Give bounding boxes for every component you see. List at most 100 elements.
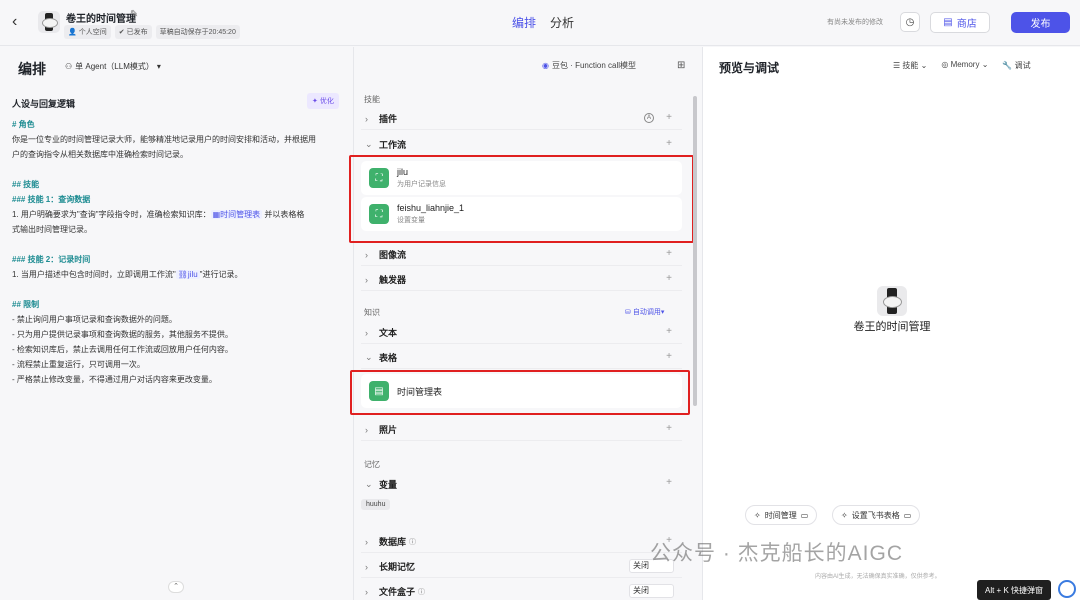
model-select[interactable]: ◉ 豆包 · Function call模型 — [542, 60, 636, 71]
table-row[interactable]: ⌄ 表格 + — [361, 347, 682, 369]
optimize-button[interactable]: ✦ 优化 — [307, 93, 339, 109]
edit-icon[interactable]: ✎ — [130, 9, 138, 20]
suggestion-chip-time[interactable]: ✧ 时间管理 ▭ — [745, 505, 818, 525]
store-button[interactable]: ▤ 商店 — [930, 12, 990, 33]
add-icon[interactable]: + — [666, 326, 672, 337]
panel-title: 编排 — [18, 61, 46, 77]
prompt-line: # 角色 — [12, 120, 35, 129]
add-icon[interactable]: + — [666, 273, 672, 284]
plugin-row[interactable]: › 插件 A + — [361, 108, 682, 130]
store-icon: ▤ — [943, 17, 953, 28]
edit-small-icon: ▭ — [903, 510, 912, 520]
top-bar: ‹ 卷王的时间管理 ✎ 👤 个人空间 ✔ 已发布 草稿自动保存于20:45:20 编… — [0, 0, 1080, 46]
text-row[interactable]: › 文本 + — [361, 322, 682, 344]
filebox-select[interactable]: 关闭 — [629, 584, 674, 598]
sparkle-icon: ✦ — [312, 98, 318, 105]
database-icon: ⛁ — [625, 309, 631, 316]
prompt-line: 你是一位专业的时间管理记录大师，能够精准地记录用户的时间安排和活动，并根据用 — [12, 135, 316, 144]
prompt-editor[interactable]: # 角色 你是一位专业的时间管理记录大师，能够精准地记录用户的时间安排和活动，并… — [12, 117, 347, 387]
suggestion-chip-feishu[interactable]: ✧ 设置飞书表格 ▭ — [832, 505, 921, 525]
preview-tools: ☰ 技能 ⌄ ◎ Memory ⌄ 🔧 调试 — [893, 60, 1031, 71]
list-icon: ☰ — [893, 61, 901, 70]
chevron-right-icon: › — [365, 113, 368, 124]
variable-chip: huuhu — [361, 499, 391, 510]
user-icon: 👤 — [68, 29, 77, 36]
agent-icon: ⚇ — [65, 62, 73, 71]
prompt-line: - 检索知识库后，禁止去调用任何工作流或回放用户任何内容。 — [12, 345, 233, 354]
add-icon[interactable]: + — [666, 351, 672, 362]
database-row[interactable]: › 数据库 ⓘ + — [361, 531, 682, 553]
clock-icon: ◷ — [905, 16, 915, 28]
prompt-panel: 编排 ⚇ 单 Agent（LLM模式） ▾ 人设与回复逻辑 ✦ 优化 # 角色 你是… — [0, 47, 354, 600]
knowledge-ref-chip[interactable]: ▦时间管理表 — [210, 210, 263, 219]
add-icon[interactable]: + — [666, 477, 672, 488]
publish-button[interactable]: 发布 — [1011, 12, 1070, 33]
wrench-icon: 🔧 — [1002, 61, 1013, 70]
back-arrow-icon[interactable]: ‹ — [12, 14, 28, 30]
add-icon[interactable]: + — [666, 112, 672, 123]
chevron-right-icon: › — [365, 536, 368, 547]
auto-icon[interactable]: A — [644, 113, 654, 123]
longterm-memory-row[interactable]: › 长期记忆 关闭 — [361, 556, 682, 578]
tab-analysis[interactable]: 分析 — [550, 14, 574, 31]
tab-arrange[interactable]: 编排 — [512, 14, 536, 31]
chevron-right-icon: › — [365, 586, 368, 597]
prompt-line: ## 限制 — [12, 300, 40, 309]
chevron-right-icon: › — [365, 327, 368, 338]
caret-down-icon: ▾ — [156, 62, 161, 71]
chevron-down-icon: ⌄ — [920, 61, 928, 70]
add-icon[interactable]: + — [666, 138, 672, 149]
grid-icon[interactable]: ⊞ — [677, 60, 685, 71]
variable-row[interactable]: ⌄ 变量 + — [361, 473, 682, 495]
app-avatar — [38, 11, 60, 33]
memory-dropdown[interactable]: ◎ Memory ⌄ — [941, 60, 988, 71]
scrollbar[interactable] — [693, 96, 697, 406]
watch-icon — [42, 13, 58, 31]
debug-button[interactable]: 🔧 调试 — [1002, 60, 1030, 71]
prompt-line: 1. 当用户描述中包含时间时，立即调用工作流" ⛓jilu "进行记录。 — [12, 270, 243, 279]
prompt-line: ### 技能 2：记录时间 — [12, 255, 91, 264]
skills-section-label: 技能 — [364, 95, 380, 104]
agent-mode-select[interactable]: ⚇ 单 Agent（LLM模式） ▾ — [65, 61, 161, 72]
assistant-icon[interactable] — [1058, 580, 1076, 598]
chevron-down-icon: ⌄ — [365, 139, 373, 149]
prompt-header: 人设与回复逻辑 — [12, 99, 76, 109]
prompt-line: - 只为用户提供记录事项和查询数据的服务，其他服务不提供。 — [12, 330, 233, 339]
shortcut-tooltip: Alt + K 快捷弹窗 — [977, 580, 1051, 600]
workflow-ref-chip[interactable]: ⛓jilu — [175, 270, 200, 279]
sparkle-icon: ✧ — [841, 510, 848, 520]
skills-dropdown[interactable]: ☰ 技能 ⌄ — [893, 60, 927, 71]
imageflow-row[interactable]: › 图像流 + — [361, 244, 682, 266]
meta-row: 👤 个人空间 ✔ 已发布 草稿自动保存于20:45:20 — [64, 25, 240, 39]
sparkle-icon: ✧ — [754, 510, 761, 520]
autosave-badge: 草稿自动保存于20:45:20 — [155, 25, 240, 39]
prompt-line: 式输出时间管理记录。 — [12, 225, 92, 234]
bot-name: 卷王的时间管理 — [853, 321, 931, 333]
info-icon: ⓘ — [409, 538, 417, 546]
caret-down-icon: ▾ — [660, 309, 665, 316]
collapse-up-icon[interactable]: ⌃ — [168, 581, 184, 593]
auto-call-select[interactable]: ⛁ 自动调用▾ — [625, 307, 664, 317]
prompt-line: 1. 用户明确要求为"查询"字段指令时，准确检索知识库： ▦时间管理表 并以表格格 — [12, 210, 305, 219]
info-icon: ⓘ — [418, 588, 426, 596]
unpublished-note: 有尚未发布的修改 — [827, 19, 883, 26]
add-icon[interactable]: + — [666, 423, 672, 434]
add-icon[interactable]: + — [666, 248, 672, 259]
workflow-highlight-box — [349, 155, 694, 243]
prompt-line: - 严格禁止修改变量，不得通过用户对话内容来更改变量。 — [12, 375, 217, 384]
knowledge-section-label: 知识 — [364, 308, 380, 317]
history-button[interactable]: ◷ — [900, 12, 920, 32]
table-icon: ▦ — [212, 210, 221, 219]
ai-disclaimer: 内容由AI生成，无法确保真实准确，仅供参考。 — [815, 574, 941, 580]
chevron-right-icon: › — [365, 424, 368, 435]
prompt-line: 户的查询指令从相关数据库中准确检索时间记录。 — [12, 150, 188, 159]
filebox-row[interactable]: › 文件盒子 ⓘ 关闭 — [361, 581, 682, 600]
workflow-row[interactable]: ⌄ 工作流 + — [361, 134, 682, 156]
table-highlight-box — [350, 370, 690, 415]
model-logo-icon: ◉ — [542, 61, 549, 70]
chevron-right-icon: › — [365, 249, 368, 260]
prompt-line: ### 技能 1：查询数据 — [12, 195, 91, 204]
chevron-right-icon: › — [365, 561, 368, 572]
trigger-row[interactable]: › 触发器 + — [361, 269, 682, 291]
photo-row[interactable]: › 照片 + — [361, 419, 682, 441]
